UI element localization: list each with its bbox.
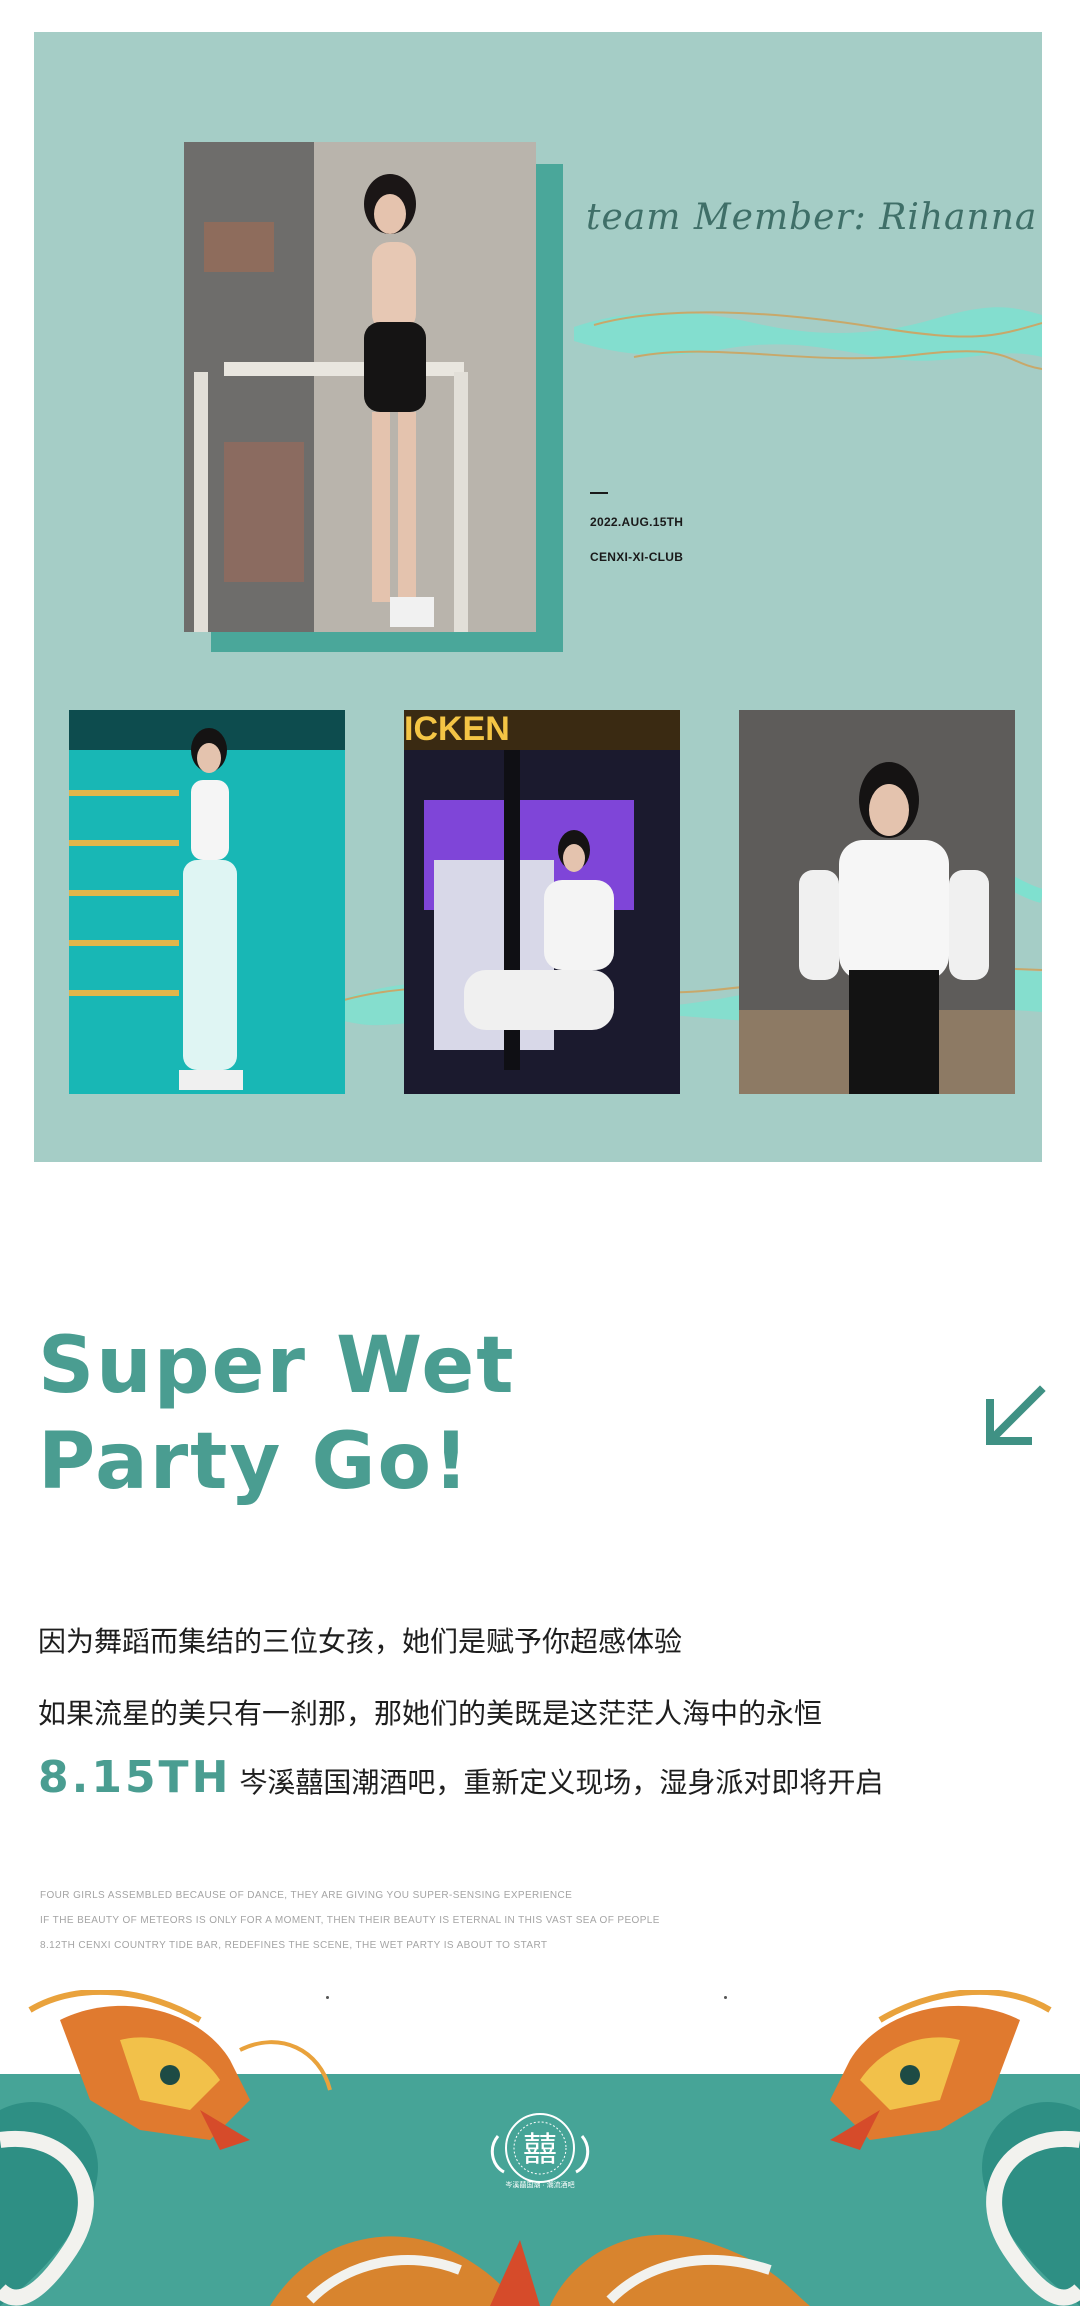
date-accent: 8.15TH <box>38 1752 232 1803</box>
svg-text:ICKEN: ICKEN <box>404 710 510 748</box>
member-photo-3 <box>739 710 1015 1094</box>
arrow-down-left-icon <box>986 1385 1046 1445</box>
brush-wave-decoration <box>574 307 1042 370</box>
emblem-caption: 岑溪囍国潮 · 潮流酒吧 <box>505 2182 575 2189</box>
club-name: CENXI-XI-CLUB <box>590 550 684 564</box>
divider-dash <box>590 492 608 494</box>
member-photo-1 <box>69 710 345 1094</box>
event-date: 2022.AUG.15TH <box>590 515 684 529</box>
intro-line-1: 因为舞蹈而集结的三位女孩，她们是赋予你超感体验 <box>38 1625 683 1658</box>
emblem-glyph: 囍 <box>523 2130 557 2170</box>
intro-line-3: 8.15TH 岑溪囍国潮酒吧，重新定义现场，湿身派对即将开启 <box>38 1752 883 1803</box>
dot-marker <box>724 1996 727 1999</box>
member-photo-2: ICKEN <box>404 710 680 1094</box>
member-showcase-panel: team Member: Rihanna 2022.AUG.15TH CENXI… <box>34 32 1042 1162</box>
member-name-script: team Member: Rihanna <box>586 197 1038 238</box>
intro-line-3-text: 岑溪囍国潮酒吧，重新定义现场，湿身派对即将开启 <box>239 1766 884 1799</box>
english-line-1: FOUR GIRLS ASSEMBLED BECAUSE OF DANCE, T… <box>40 1890 573 1901</box>
intro-line-2: 如果流星的美只有一刹那，那她们的美既是这茫茫人海中的永恒 <box>38 1697 823 1730</box>
headline-line-2: Party Go! <box>38 1417 471 1507</box>
headline: Super Wet Party Go! <box>38 1318 738 1510</box>
english-line-2: IF THE BEAUTY OF METEORS IS ONLY FOR A M… <box>40 1915 660 1926</box>
headline-line-1: Super Wet <box>38 1321 516 1411</box>
english-line-3: 8.12TH CENXI COUNTRY TIDE BAR, REDEFINES… <box>40 1940 548 1951</box>
feature-photo <box>184 142 536 632</box>
dragon-body-illustration <box>270 2234 810 2306</box>
